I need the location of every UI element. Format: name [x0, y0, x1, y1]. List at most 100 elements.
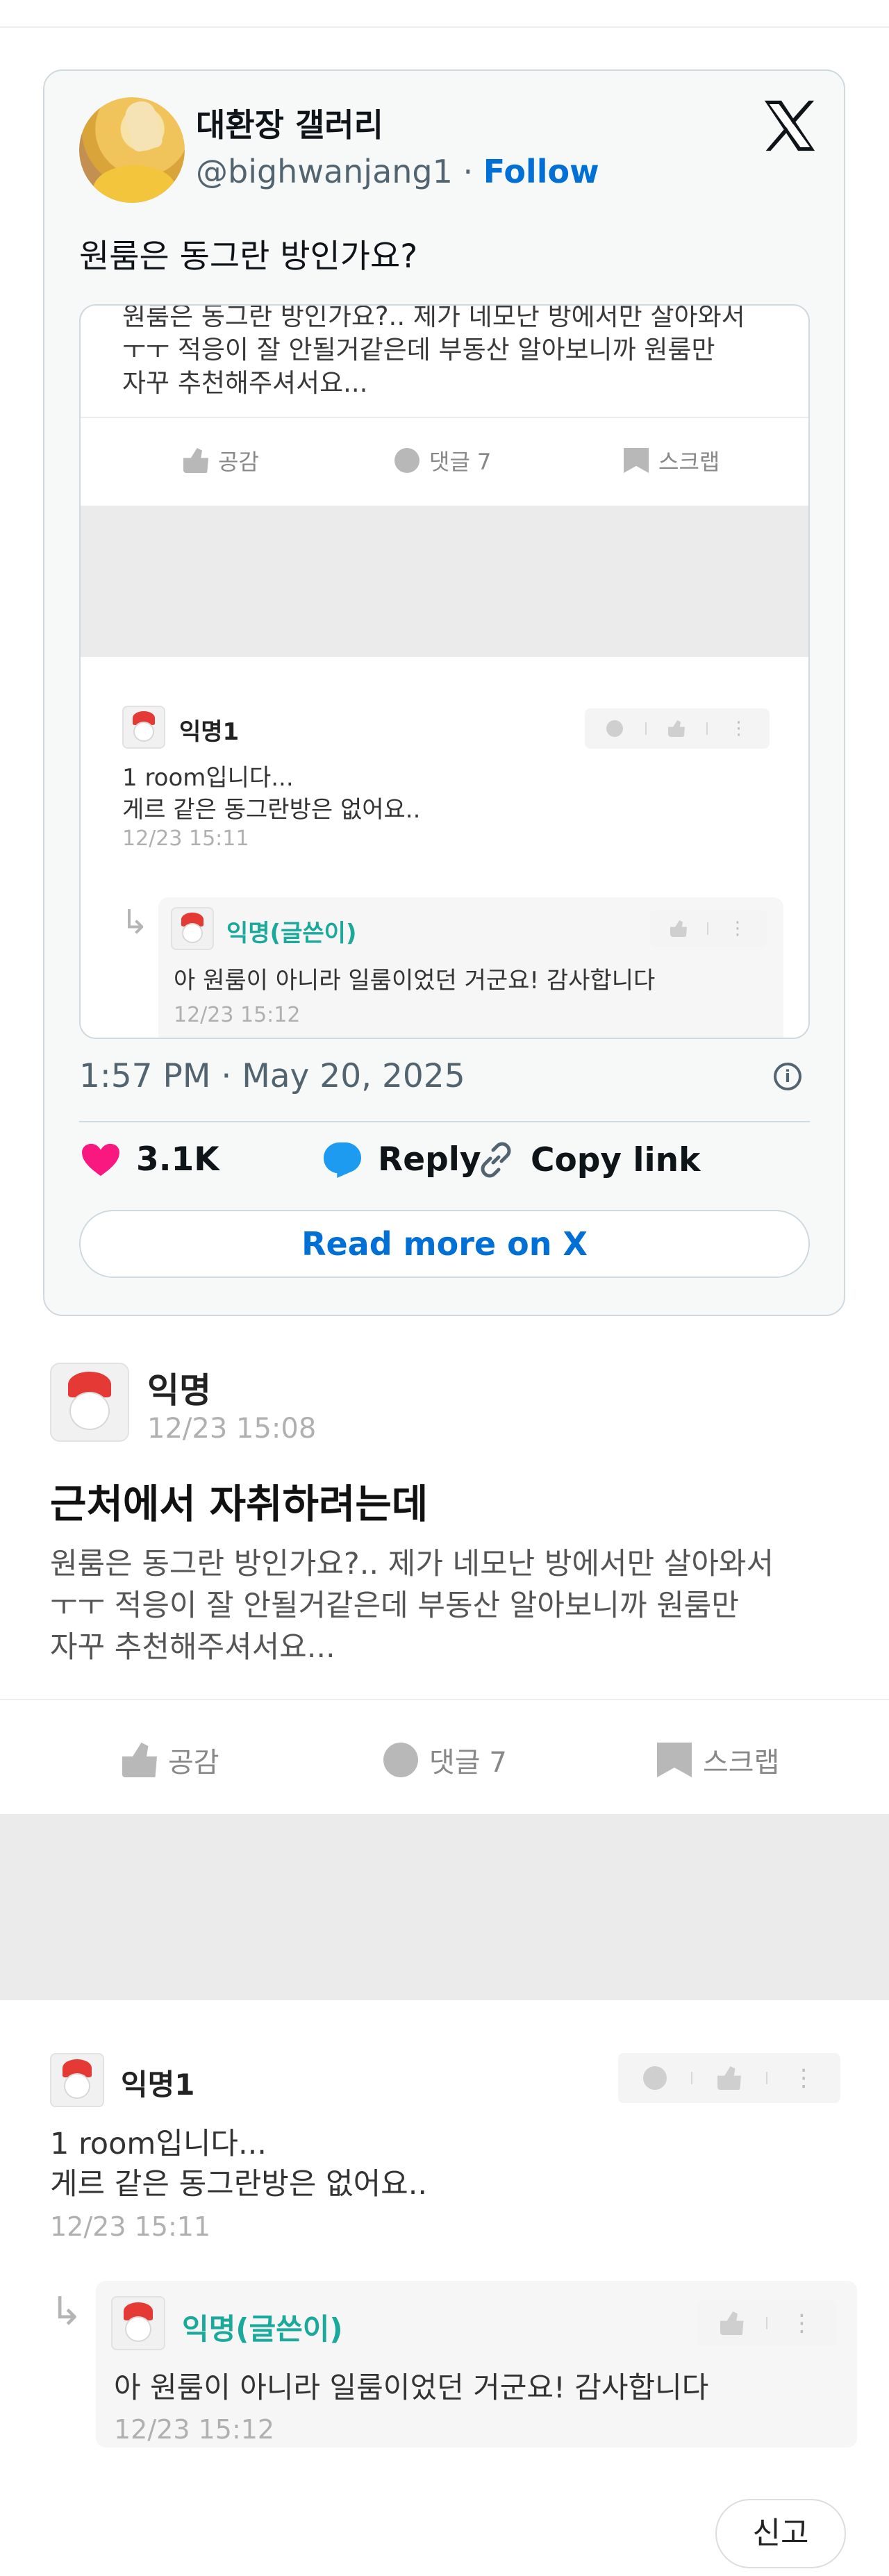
post-body-line: 자꾸 추천해주셔서요... [50, 1630, 335, 1665]
tweet-handle[interactable]: @bighwanjang1 [196, 153, 453, 190]
comment-bubble-icon[interactable] [642, 2066, 667, 2090]
bookmark-icon [624, 448, 649, 473]
thumbs-up-icon [183, 448, 208, 473]
reply-date: 12/23 15:12 [114, 2414, 275, 2445]
media-reply-text: 아 원룸이 아니라 일룸이었던 거군요! 감사합니다 [174, 967, 656, 995]
comment-tools: ⋮ [618, 2053, 840, 2103]
media-comment-line: 게르 같은 동그란방은 없어요.. [122, 796, 421, 824]
link-icon [481, 1142, 511, 1178]
post-date: 12/23 15:08 [147, 1413, 317, 1445]
bookmark-icon [657, 1743, 692, 1777]
reply-label: Reply [378, 1140, 481, 1179]
tweet-timestamp[interactable]: 1:57 PM · May 20, 2025 [79, 1057, 465, 1095]
scrap-action-label: 스크랩 [703, 1747, 780, 1779]
post-actions: 공감 댓글 7 스크랩 [0, 1709, 889, 1813]
like-action[interactable]: 공감 [122, 1740, 219, 1780]
media-scrap-label: 스크랩 [658, 449, 720, 475]
comment-action-label: 댓글 7 [429, 1747, 507, 1779]
media-reply-author: 익명(글쓴이) [226, 920, 357, 947]
media-scrap-action: 스크랩 [624, 444, 720, 476]
media-post-body-line: 원룸은 동그란 방인가요?.. 제가 네모난 방에서만 살아와서 [122, 304, 745, 331]
media-post-body-line: 자꾸 추천해주셔서요... [122, 368, 368, 398]
tool-separator [707, 922, 708, 935]
media-like-label: 공감 [218, 449, 259, 475]
media-comment-line: 1 room입니다... [122, 764, 294, 792]
tool-separator [706, 722, 708, 735]
thumbs-up-icon[interactable] [717, 2066, 741, 2090]
tool-separator [766, 2317, 767, 2329]
tweet-author-avatar[interactable] [79, 97, 185, 203]
media-post-body: 원룸은 동그란 방인가요?.. 제가 네모난 방에서만 살아와서 ㅜㅜ 적응이 … [122, 304, 775, 400]
media-comment-avatar [122, 706, 165, 749]
media-reply-date: 12/23 15:12 [174, 1003, 301, 1027]
reply-avatar [111, 2296, 165, 2350]
more-dots-icon: ⋮ [729, 918, 747, 939]
tool-separator [691, 2072, 693, 2084]
avatar-body-shape [93, 165, 176, 203]
reply-arrow-icon: ↳ [50, 2289, 83, 2334]
more-dots-icon[interactable]: ⋮ [792, 2066, 815, 2090]
media-post-actions: 공감 댓글 7 스크랩 [81, 417, 808, 504]
media-comment-author: 익명1 [179, 718, 240, 746]
comment-bubble-icon [383, 1743, 418, 1777]
post-divider [0, 1699, 889, 1700]
tweet-text: 원룸은 동그란 방인가요? [79, 238, 418, 276]
post-body-line: 원룸은 동그란 방인가요?.. 제가 네모난 방에서만 살아와서 [50, 1547, 774, 1581]
copy-link-button[interactable]: Copy link [476, 1140, 700, 1179]
like-button[interactable]: 3.1K [81, 1140, 219, 1179]
tool-separator [765, 2072, 767, 2084]
media-reply-tools: ⋮ [650, 910, 767, 947]
gray-banner [0, 1814, 889, 2000]
scrap-action[interactable]: 스크랩 [657, 1740, 779, 1780]
reply-arrow-icon: ↳ [121, 903, 149, 942]
info-icon[interactable]: i [774, 1063, 801, 1090]
media-reply-avatar [171, 907, 214, 950]
thumbs-up-icon[interactable] [720, 2311, 744, 2335]
more-dots-icon[interactable]: ⋮ [790, 2311, 814, 2335]
tweet-media-screenshot[interactable]: 원룸은 동그란 방인가요?.. 제가 네모난 방에서만 살아와서 ㅜㅜ 적응이 … [79, 304, 810, 1039]
x-logo-icon[interactable] [760, 96, 820, 156]
heart-icon [82, 1143, 119, 1176]
read-more-button[interactable]: Read more on X [79, 1210, 810, 1278]
reply-button[interactable]: Reply [322, 1140, 481, 1179]
comment-line: 게르 같은 동그란방은 없어요.. [50, 2167, 428, 2202]
tweet-card-divider [79, 1121, 810, 1122]
comment-avatar [50, 2053, 104, 2107]
top-divider [0, 26, 889, 28]
copy-link-label: Copy link [531, 1140, 701, 1179]
post-author-avatar [50, 1363, 129, 1442]
media-comment-tools: ⋮ [585, 708, 770, 749]
avatar-head-shape [124, 2316, 152, 2342]
media-comment-label: 댓글 7 [429, 449, 492, 475]
avatar-head-shape [133, 721, 155, 742]
embedded-tweet-card[interactable]: 대환장 갤러리 @bighwanjang1 · Follow 원룸은 동그란 방… [43, 69, 845, 1316]
comment-action[interactable]: 댓글 7 [383, 1740, 507, 1780]
reply-text: 아 원룸이 아니라 일룸이었던 거군요! 감사합니다 [114, 2370, 709, 2404]
media-gray-banner [81, 506, 808, 657]
thumbs-up-icon [122, 1743, 157, 1777]
post-author: 익명 [147, 1370, 211, 1411]
tool-separator [645, 722, 647, 735]
media-comment-date: 12/23 15:11 [122, 826, 249, 851]
like-count: 3.1K [136, 1140, 219, 1179]
avatar-head-shape [63, 2072, 91, 2099]
tweet-display-name[interactable]: 대환장 갤러리 [196, 100, 383, 146]
post-body: 원룸은 동그란 방인가요?.. 제가 네모난 방에서만 살아와서 ㅜㅜ 적응이 … [50, 1543, 774, 1668]
comment-line: 1 room입니다... [50, 2127, 267, 2161]
avatar-hand-shape [122, 98, 164, 153]
comment-bubble-icon [394, 448, 419, 473]
report-button[interactable]: 신고 [715, 2499, 846, 2568]
comment-bubble-icon [606, 720, 624, 737]
comment-author: 익명1 [121, 2068, 195, 2102]
media-comment-action: 댓글 7 [394, 444, 491, 476]
reply-author: 익명(글쓴이) [182, 2312, 343, 2346]
comment-date: 12/23 15:11 [50, 2211, 211, 2242]
handle-separator: · [463, 153, 474, 190]
post-body-line: ㅜㅜ 적응이 잘 안될거같은데 부동산 알아보니까 원룸만 [50, 1588, 739, 1623]
thumbs-up-icon [667, 720, 685, 737]
tweet-handle-row: @bighwanjang1 · Follow [196, 153, 599, 190]
follow-button[interactable]: Follow [483, 153, 599, 190]
avatar-head-shape [181, 922, 203, 943]
more-dots-icon: ⋮ [729, 718, 748, 739]
post-title: 근처에서 자취하려는데 [50, 1481, 429, 1527]
